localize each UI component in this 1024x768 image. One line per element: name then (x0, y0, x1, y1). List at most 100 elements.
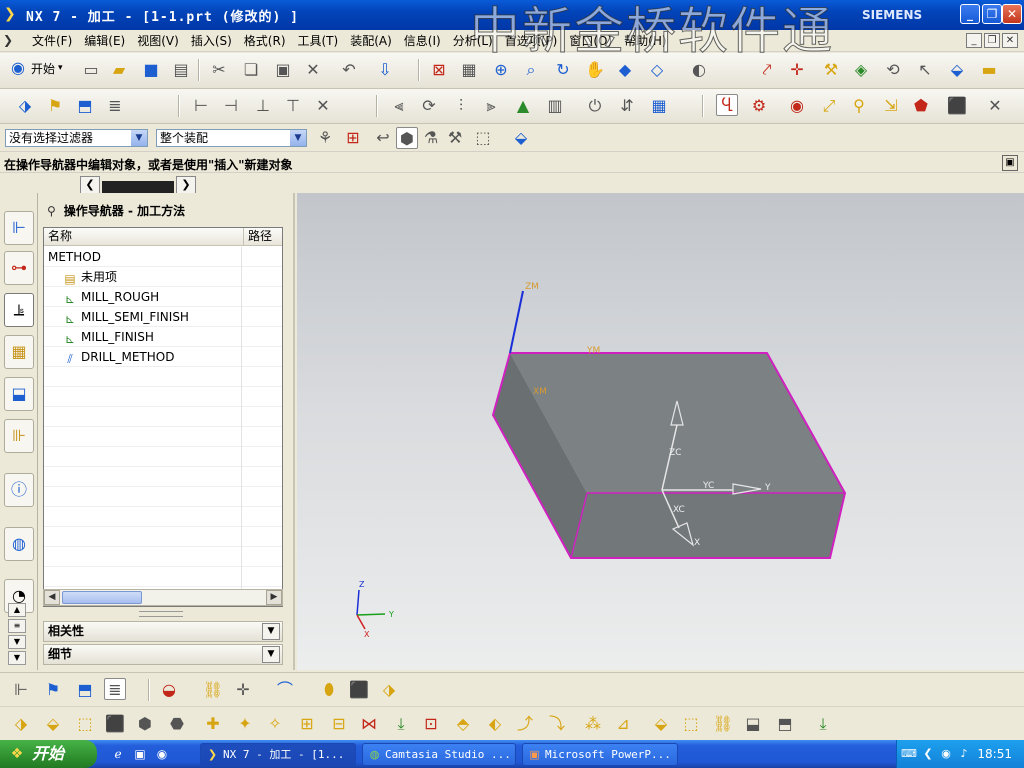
menu-item[interactable]: 插入(S) (185, 33, 238, 49)
measure-icon[interactable]: ⚒ (820, 59, 842, 81)
type-filter-dropdown[interactable]: 没有选择过滤器 ▼ (5, 129, 148, 147)
program-icon[interactable]: ⚑ (42, 679, 64, 701)
panel-splitter[interactable] (139, 611, 183, 617)
menu-item[interactable]: 装配(A) (344, 33, 398, 49)
menu-item[interactable]: 帮助(H) (618, 33, 672, 49)
part-navigator-icon[interactable]: ⊩ (10, 679, 32, 701)
create-program-icon[interactable]: ⬗ (14, 95, 36, 117)
scroll-right-button[interactable]: ❯ (176, 176, 196, 194)
filter-icon[interactable]: ⟲ (882, 59, 904, 81)
menu-item[interactable]: 编辑(E) (78, 33, 131, 49)
scroll-up-button[interactable]: ▲ (8, 603, 26, 617)
shell-icon[interactable]: ⬘ (452, 713, 474, 735)
list-toolpath-icon[interactable]: ⫶ (450, 95, 472, 117)
chamfer-icon[interactable]: ⬣ (166, 713, 188, 735)
simulate-icon[interactable]: ▲ (512, 95, 534, 117)
navigator-tree[interactable]: 名称 路径 METHOD ▤ 未用项 ⊾ MILL_ROUGH ⊾ MILL_SEMI_FI… (43, 227, 283, 607)
emboss-icon[interactable]: ⬒ (774, 713, 796, 735)
menu-item[interactable]: 信息(I) (398, 33, 447, 49)
navigator-hscrollbar[interactable]: ◀ ▶ (43, 589, 283, 606)
scroll-left-button[interactable]: ❮ (80, 176, 100, 194)
curve-icon[interactable]: ⌒ (274, 679, 296, 701)
menu-item[interactable]: 视图(V) (131, 33, 185, 49)
maximize-button[interactable]: ❐ (982, 4, 1002, 24)
mirror-icon[interactable]: ⋈ (358, 713, 380, 735)
thicken-icon[interactable]: ⤵ (546, 713, 568, 735)
box-icon[interactable]: ⬛ (348, 679, 370, 701)
assembly-navigator-tab[interactable]: ⊩ (4, 211, 34, 245)
select-body-icon[interactable]: ⚒ (444, 127, 466, 149)
machine-tool-navigator-tab[interactable]: ▦ (4, 335, 34, 369)
create-method-icon[interactable]: ≣ (104, 95, 126, 117)
geometry-icon[interactable]: ⬒ (74, 679, 96, 701)
curve-rule-icon[interactable]: ↩ (372, 127, 394, 149)
block-icon[interactable]: ⬛ (104, 713, 126, 735)
nx-menu-icon[interactable]: ❯ (3, 33, 23, 49)
selection-scope-dropdown[interactable]: 整个装配 ▼ (156, 129, 307, 147)
minimize-button[interactable]: _ (960, 4, 980, 24)
pan-icon[interactable]: ✋ (584, 59, 606, 81)
magnify-icon[interactable]: ⌕ (520, 59, 542, 81)
object-move-icon[interactable]: ⇲ (880, 95, 902, 117)
cube-icon[interactable]: ⬛ (946, 95, 968, 117)
menu-item[interactable]: 工具(T) (292, 33, 345, 49)
tray-arrow-icon[interactable]: ❮ (921, 747, 935, 761)
ruler-icon[interactable]: ▬ (978, 59, 1000, 81)
shaded-view-icon[interactable]: ◆ (614, 59, 636, 81)
orient-view-icon[interactable]: ◇ (646, 59, 668, 81)
hole-icon[interactable]: ⬚ (74, 713, 96, 735)
constraint-navigator-tab[interactable]: ⊶ (4, 251, 34, 285)
close-button[interactable]: ✕ (1002, 4, 1022, 24)
tree-row[interactable]: ⫽ DRILL_METHOD (44, 347, 282, 367)
task-powerpoint[interactable]: ▣ Microsoft PowerP... (522, 743, 678, 766)
reuse-library-tab[interactable]: ⊪ (4, 419, 34, 453)
doc-minimize-button[interactable]: _ (966, 33, 982, 48)
batch-process-icon[interactable]: ▦ (648, 95, 670, 117)
scroll-left-button[interactable]: ◀ (44, 590, 60, 605)
strip-scroll-thumb[interactable] (102, 181, 174, 193)
menu-item[interactable]: 分析(L) (447, 33, 499, 49)
feature-icon[interactable]: ⬟ (910, 95, 932, 117)
generate-toolpath-icon[interactable]: ⫷ (388, 95, 410, 117)
operation-navigator-tab[interactable]: ⫡ (4, 293, 34, 327)
lock-icon[interactable]: ⚲ (848, 95, 870, 117)
geometry-view-icon[interactable]: ⊥ (252, 95, 274, 117)
cut-icon[interactable]: ✂ (208, 59, 230, 81)
doc-close-button[interactable]: ✕ (1002, 33, 1018, 48)
trim-icon[interactable]: ⊞ (296, 713, 318, 735)
menu-item[interactable]: 首选项(P) (499, 33, 564, 49)
sew-icon[interactable]: ⁂ (582, 713, 604, 735)
crosshair-icon[interactable]: ✛ (232, 679, 254, 701)
select-feature-icon[interactable]: ⚗ (420, 127, 442, 149)
new-file-icon[interactable]: ▭ (80, 59, 102, 81)
nx-app-icon[interactable]: ❯ (4, 6, 22, 22)
scroll-end-button[interactable]: ▼ (8, 651, 26, 665)
volume-icon[interactable]: ♪ (957, 747, 971, 761)
fit-view-icon[interactable]: ⊠ (428, 59, 450, 81)
delete-operation-icon[interactable]: ✕ (984, 95, 1006, 117)
scroll-down-button[interactable]: ▼ (8, 635, 26, 649)
layer-icon[interactable]: ⬙ (946, 59, 968, 81)
zoom-icon[interactable]: ⊕ (490, 59, 512, 81)
edit-object-icon[interactable]: ✕ (312, 95, 334, 117)
show-desktop-icon[interactable]: ◉ (154, 746, 170, 762)
status-options-icon[interactable]: ▣ (1002, 155, 1018, 171)
pointer-icon[interactable]: ↖ (914, 59, 936, 81)
wcs-icon[interactable]: ⤤ (756, 59, 778, 81)
wrap-icon[interactable]: ⬚ (680, 713, 702, 735)
postprocess-icon[interactable]: ▥ (544, 95, 566, 117)
extract-icon[interactable]: ⬓ (742, 713, 764, 735)
dependencies-section[interactable]: 相关性 ▼ (43, 621, 283, 642)
subtract-icon[interactable]: ✦ (234, 713, 256, 735)
tree-row[interactable]: ⊾ MILL_FINISH (44, 327, 282, 347)
extrude-icon[interactable]: ⬗ (10, 713, 32, 735)
ie-icon[interactable]: ℯ (110, 746, 126, 762)
start-menu-button[interactable]: ◉ 开始 ▾ (8, 57, 63, 79)
split-icon[interactable]: ⊟ (328, 713, 350, 735)
face-rule-icon[interactable]: ⬢ (396, 127, 418, 149)
revolve-icon[interactable]: ⬙ (42, 713, 64, 735)
open-folder-icon[interactable]: ▰ (108, 59, 130, 81)
rectangle-select-icon[interactable]: ⬚ (472, 127, 494, 149)
doc-restore-button[interactable]: ❐ (984, 33, 1000, 48)
output-cls-icon[interactable]: ⇵ (616, 95, 638, 117)
